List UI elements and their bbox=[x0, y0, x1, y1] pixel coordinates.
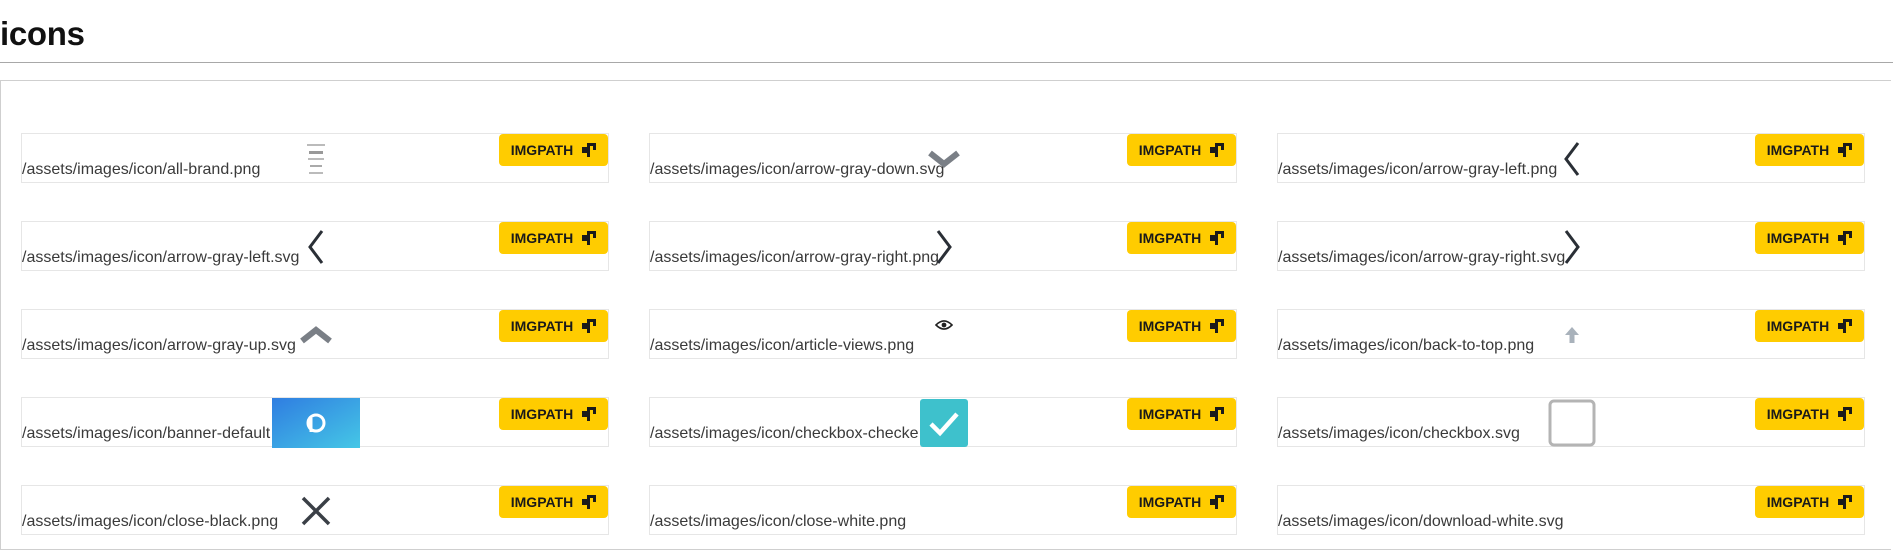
copy-path-icon bbox=[1838, 495, 1853, 509]
icon-card: /assets/images/icon/banner-default IMGPAT… bbox=[21, 397, 609, 448]
close-icon bbox=[292, 486, 340, 536]
icon-path: /assets/images/icon/arrow-gray-right.svg bbox=[1278, 249, 1566, 266]
icon-path: /assets/images/icon/checkbox.svg bbox=[1278, 425, 1520, 442]
imgpath-button-label: IMGPATH bbox=[1138, 142, 1202, 158]
imgpath-button-label: IMGPATH bbox=[510, 494, 574, 510]
icon-card: /assets/images/icon/arrow-gray-up.svg IMG… bbox=[21, 309, 609, 359]
icon-card: /assets/images/icon/checkbox-checke IMGPA… bbox=[649, 397, 1237, 447]
chevron-up-icon bbox=[292, 310, 340, 360]
imgpath-button[interactable]: IMGPATH bbox=[1127, 486, 1236, 518]
checkbox-icon bbox=[1548, 398, 1596, 448]
icon-path: /assets/images/icon/arrow-gray-left.svg bbox=[22, 249, 300, 266]
copy-path-icon bbox=[1210, 231, 1225, 245]
icon-path: /assets/images/icon/arrow-gray-up.svg bbox=[22, 337, 296, 354]
imgpath-button[interactable]: IMGPATH bbox=[1127, 398, 1236, 430]
icon-path: /assets/images/icon/arrow-gray-down.svg bbox=[650, 161, 945, 178]
copy-path-icon bbox=[1838, 231, 1853, 245]
imgpath-button-label: IMGPATH bbox=[1138, 406, 1202, 422]
imgpath-button[interactable]: IMGPATH bbox=[1755, 134, 1864, 166]
icon-path: /assets/images/icon/all-brand.png bbox=[22, 161, 261, 178]
imgpath-button[interactable]: IMGPATH bbox=[499, 222, 608, 254]
icon-path: /assets/images/icon/download-white.svg bbox=[1278, 513, 1564, 530]
imgpath-button[interactable]: IMGPATH bbox=[1755, 310, 1864, 342]
close-white-icon bbox=[920, 486, 968, 536]
copy-path-icon bbox=[582, 143, 597, 157]
banner-image bbox=[272, 398, 360, 448]
imgpath-button-label: IMGPATH bbox=[510, 406, 574, 422]
icon-card: /assets/images/icon/all-brand.png IMGPATH bbox=[21, 133, 609, 183]
icon-card: /assets/images/icon/arrow-gray-down.svg I… bbox=[649, 133, 1237, 183]
imgpath-button[interactable]: IMGPATH bbox=[499, 134, 608, 166]
imgpath-button[interactable]: IMGPATH bbox=[499, 398, 608, 430]
copy-path-icon bbox=[1210, 407, 1225, 421]
copy-path-icon bbox=[582, 407, 597, 421]
imgpath-button-label: IMGPATH bbox=[510, 142, 574, 158]
copy-path-icon bbox=[582, 495, 597, 509]
page-title: icons bbox=[0, 15, 85, 52]
copy-path-icon bbox=[582, 319, 597, 333]
icon-path: /assets/images/icon/close-white.png bbox=[650, 513, 907, 530]
icon-path: /assets/images/icon/arrow-gray-left.png bbox=[1278, 161, 1558, 178]
copy-path-icon bbox=[1838, 319, 1853, 333]
imgpath-button-label: IMGPATH bbox=[1766, 406, 1830, 422]
copy-path-icon bbox=[1210, 319, 1225, 333]
icons-panel: /assets/images/icon/all-brand.png IMGPATH… bbox=[0, 80, 1891, 550]
copy-path-icon bbox=[582, 231, 597, 245]
imgpath-button[interactable]: IMGPATH bbox=[1755, 222, 1864, 254]
copy-path-icon bbox=[1210, 495, 1225, 509]
imgpath-button-label: IMGPATH bbox=[510, 318, 574, 334]
imgpath-button[interactable]: IMGPATH bbox=[1755, 486, 1864, 518]
icon-path: /assets/images/icon/banner-default bbox=[22, 425, 271, 442]
icon-card: /assets/images/icon/arrow-gray-left.png I… bbox=[1277, 133, 1865, 183]
brand-logos-icon bbox=[292, 134, 340, 184]
imgpath-button-label: IMGPATH bbox=[1766, 230, 1830, 246]
icon-card: /assets/images/icon/checkbox.svg IMGPATH bbox=[1277, 397, 1865, 447]
imgpath-button-label: IMGPATH bbox=[1138, 318, 1202, 334]
icon-path: /assets/images/icon/close-black.png bbox=[22, 513, 279, 530]
icon-path: /assets/images/icon/article-views.png bbox=[650, 337, 915, 354]
icon-card: /assets/images/icon/back-to-top.png IMGPA… bbox=[1277, 309, 1865, 359]
imgpath-button-label: IMGPATH bbox=[510, 230, 574, 246]
title-divider bbox=[0, 62, 1893, 63]
copy-path-icon bbox=[1838, 143, 1853, 157]
icon-card: /assets/images/icon/arrow-gray-right.png… bbox=[649, 221, 1237, 271]
imgpath-button[interactable]: IMGPATH bbox=[499, 310, 608, 342]
imgpath-button[interactable]: IMGPATH bbox=[1127, 310, 1236, 342]
icon-path: /assets/images/icon/checkbox-checke bbox=[650, 425, 919, 442]
imgpath-button-label: IMGPATH bbox=[1766, 142, 1830, 158]
checkbox-checked-icon bbox=[920, 398, 968, 448]
imgpath-button[interactable]: IMGPATH bbox=[1127, 134, 1236, 166]
imgpath-button-label: IMGPATH bbox=[1766, 318, 1830, 334]
icon-card: /assets/images/icon/arrow-gray-left.svg I… bbox=[21, 221, 609, 271]
icon-path: /assets/images/icon/back-to-top.png bbox=[1278, 337, 1535, 354]
imgpath-button-label: IMGPATH bbox=[1138, 494, 1202, 510]
imgpath-button-label: IMGPATH bbox=[1766, 494, 1830, 510]
imgpath-button[interactable]: IMGPATH bbox=[1755, 398, 1864, 430]
icon-path: /assets/images/icon/arrow-gray-right.png bbox=[650, 249, 940, 266]
eye-icon bbox=[920, 310, 968, 360]
copy-path-icon bbox=[1210, 143, 1225, 157]
imgpath-button-label: IMGPATH bbox=[1138, 230, 1202, 246]
arrow-up-icon bbox=[1548, 310, 1596, 360]
icon-card: /assets/images/icon/arrow-gray-right.svg… bbox=[1277, 221, 1865, 271]
copy-path-icon bbox=[1838, 407, 1853, 421]
imgpath-button[interactable]: IMGPATH bbox=[499, 486, 608, 518]
imgpath-button[interactable]: IMGPATH bbox=[1127, 222, 1236, 254]
icon-card: /assets/images/icon/article-views.png IMG… bbox=[649, 309, 1237, 359]
